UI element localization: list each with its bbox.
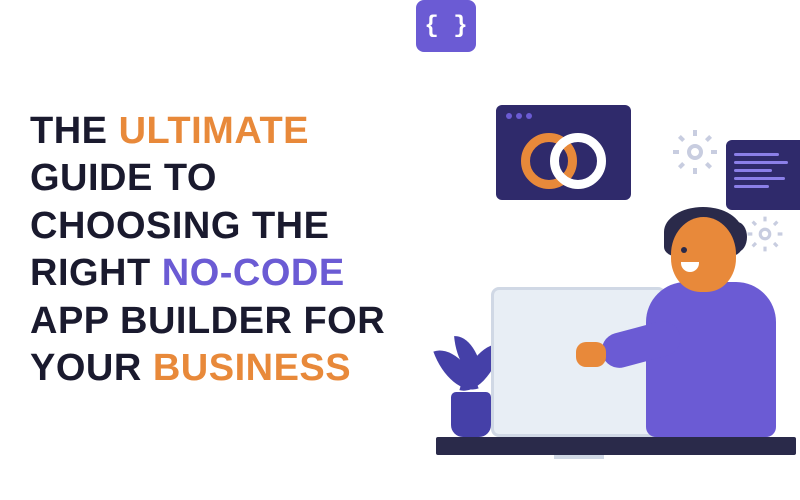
infinity-icon — [521, 133, 606, 173]
desk — [436, 437, 796, 455]
headline-part-4: NO-CODE — [162, 252, 345, 294]
developer-avatar — [646, 207, 786, 437]
code-panel — [726, 140, 800, 210]
illustration: { } — [416, 0, 800, 500]
gear-icon — [671, 128, 719, 176]
headline: THE ULTIMATE GUIDE TO CHOOSING THE RIGHT… — [0, 88, 416, 413]
headline-part-2: ULTIMATE — [119, 110, 309, 152]
code-line — [734, 161, 788, 164]
braces-panel: { } — [416, 0, 476, 52]
infinity-panel — [496, 105, 631, 200]
graphic-banner: THE ULTIMATE GUIDE TO CHOOSING THE RIGHT… — [0, 0, 800, 500]
avatar-head — [671, 217, 736, 292]
avatar-eye — [681, 247, 687, 253]
headline-part-6: BUSINESS — [153, 347, 351, 389]
plant-pot — [451, 392, 491, 437]
avatar-torso — [646, 282, 776, 437]
code-line — [734, 185, 769, 188]
headline-part-1: THE — [30, 110, 119, 152]
code-line — [734, 153, 779, 156]
avatar-hand — [576, 342, 606, 367]
code-line — [734, 177, 785, 180]
code-line — [734, 169, 772, 172]
braces-icon: { } — [424, 13, 467, 40]
